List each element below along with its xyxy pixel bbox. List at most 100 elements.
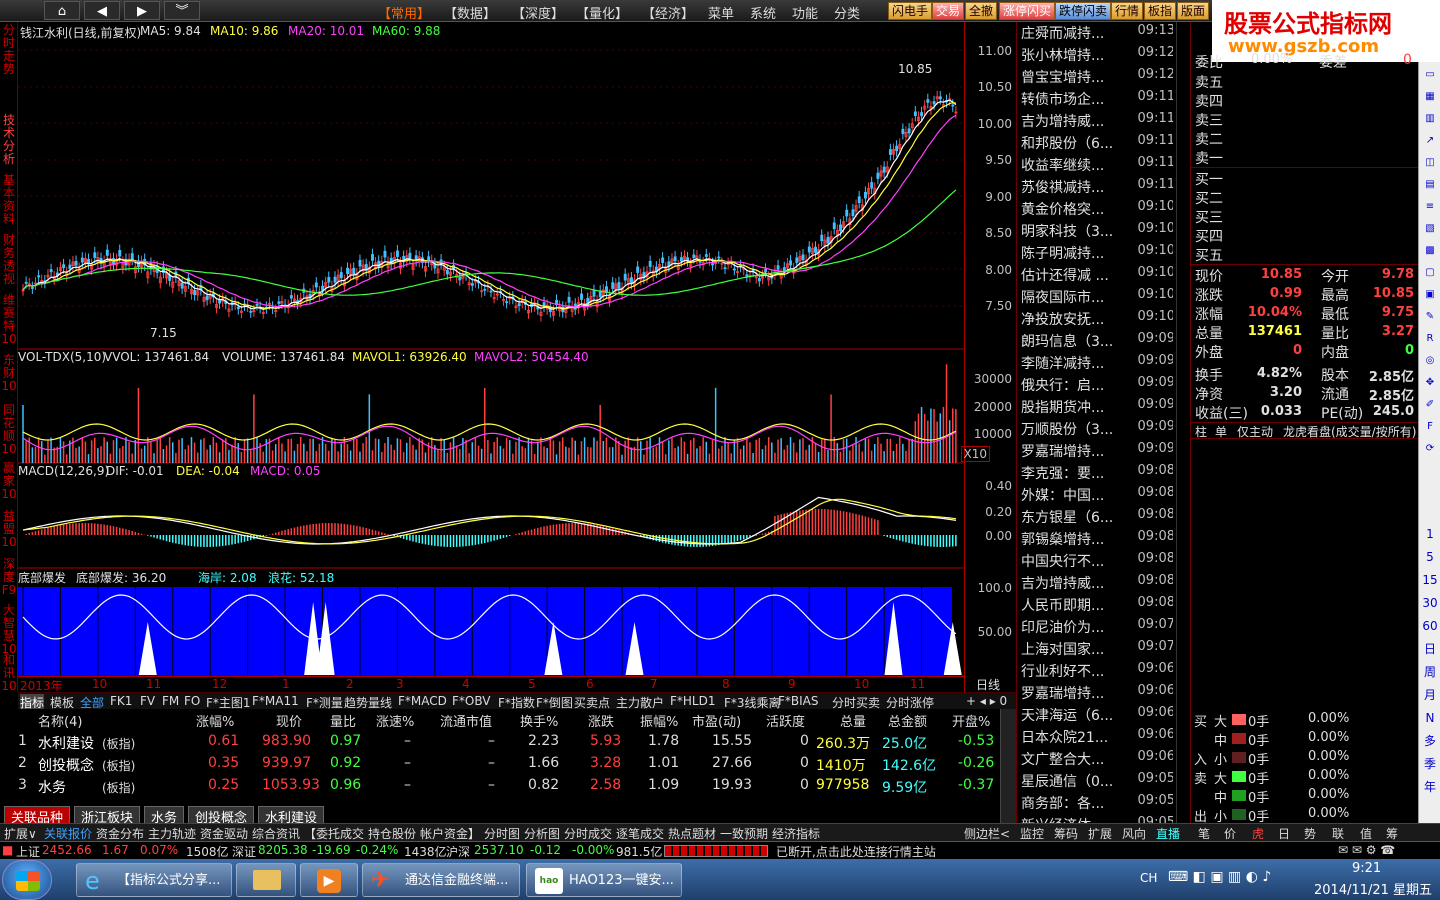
sz-label[interactable]: 深证 — [232, 843, 256, 860]
taskbar-item-player[interactable]: ▶ — [300, 863, 358, 897]
period-button[interactable]: 月 — [1421, 687, 1439, 704]
right-bottom-tab[interactable]: 直播 — [1156, 825, 1180, 842]
col-speed[interactable]: 涨速% — [376, 711, 414, 730]
col-name[interactable]: 名称(4) — [38, 711, 82, 730]
news-item[interactable]: 转债市场企... 09:11 — [1021, 89, 1173, 111]
back-icon[interactable]: ◀ — [84, 1, 120, 20]
bottom-tab[interactable]: 主力轨迹 — [148, 825, 196, 842]
move-icon[interactable]: ✥ — [1421, 374, 1439, 391]
bottom-tab[interactable]: 热点题材 — [668, 825, 716, 842]
indicator-tab[interactable]: F*MACD — [398, 694, 447, 708]
news-item[interactable]: 庄舜而减持... 09:13 — [1021, 23, 1173, 45]
indicator-tab[interactable]: F*OBV — [452, 694, 490, 708]
indicator-tab[interactable]: F*BIAS — [778, 694, 819, 708]
col-turnover[interactable]: 换手% — [520, 711, 558, 730]
table-row[interactable]: 1 水利建设 (板指) 0.61 983.90 0.97 – – 2.23 5.93 1.78 15.… — [0, 731, 1000, 753]
subtab-active[interactable]: 仅主动 — [1237, 423, 1273, 440]
col-activity[interactable]: 活跃度 — [766, 711, 805, 730]
clock-time[interactable]: 9:21 — [1352, 861, 1381, 876]
news-item[interactable]: 上海对国家... 09:07 — [1021, 639, 1173, 661]
limit-down-sell-button[interactable]: 跌停闪卖 — [1055, 2, 1112, 20]
col-open[interactable]: 开盘% — [952, 711, 990, 730]
hs-label[interactable]: 沪深 — [446, 843, 470, 860]
right-bottom-tab[interactable]: 扩展 — [1088, 825, 1112, 842]
bottom-tab[interactable]: 关联报价 — [44, 825, 92, 842]
tab-hexun[interactable]: 和讯10 — [1, 654, 17, 693]
bottom-tab[interactable]: 综合资讯 — [252, 825, 300, 842]
subtab-longhu[interactable]: 龙虎看盘(成交量/按所有) — [1283, 423, 1416, 440]
news-item[interactable]: 印尼油价为... 09:07 — [1021, 617, 1173, 639]
chart-area[interactable]: 钱江水利(日线,前复权) MA5: 9.84 MA10: 9.86 MA20: … — [18, 22, 964, 692]
col-vol-ratio[interactable]: 量比 — [330, 711, 356, 730]
menu-depth[interactable]: 【深度】 — [512, 3, 564, 22]
news-item[interactable]: 星辰通信（0... 09:05 — [1021, 771, 1173, 793]
col-volume[interactable]: 总量 — [840, 711, 866, 730]
news-item[interactable]: 曾宝宝增持... 09:12 — [1021, 67, 1173, 89]
col-amount[interactable]: 总金额 — [888, 711, 927, 730]
tab-wst[interactable]: 维赛特10 — [1, 294, 17, 346]
pencil-icon[interactable]: ✐ — [1421, 396, 1439, 413]
bottom-tab[interactable]: 一致预期 — [720, 825, 768, 842]
bottom-tab[interactable]: 经济指标 — [772, 825, 820, 842]
bottom-tab[interactable]: 持仓股份 — [368, 825, 416, 842]
menu-common[interactable]: 【常用】 — [378, 3, 430, 22]
news-item[interactable]: 净投放安抚... 09:10 — [1021, 309, 1173, 331]
lightning-hand-button[interactable]: 闪电手 — [888, 2, 933, 20]
bottom-tab[interactable]: 分时成交 — [564, 825, 612, 842]
right-bottom-tab[interactable]: 监控 — [1020, 825, 1044, 842]
news-item[interactable]: 和邦股份（6... 09:11 — [1021, 133, 1173, 155]
dot-icon[interactable]: ◎ — [1421, 352, 1439, 369]
news-item[interactable]: 万顺股份（3... 09:09 — [1021, 419, 1173, 441]
bottom-tab[interactable]: 逐笔成交 — [616, 825, 664, 842]
pen-icon[interactable]: ✎ — [1421, 308, 1439, 325]
refresh-icon[interactable]: ⟳ — [1421, 440, 1439, 457]
expand-icon[interactable]: ︾ — [164, 1, 200, 20]
taskbar-item-tdx[interactable]: ✈ 通达信金融终端... — [362, 863, 520, 897]
tab-nav-arrows[interactable]: + ◂ ▸ 0 — [966, 694, 1007, 708]
clock-date[interactable]: 2014/11/21 星期五 — [1314, 879, 1432, 898]
tab-technical[interactable]: 技术分析 — [1, 114, 17, 166]
news-item[interactable]: 商务部：各... 09:05 — [1021, 793, 1173, 815]
period-button[interactable]: 周 — [1421, 664, 1439, 681]
tab-ths[interactable]: 同花顺10 — [1, 404, 17, 456]
candles-icon[interactable]: ▤ — [1421, 176, 1439, 193]
news-scrollbar[interactable] — [1176, 22, 1190, 832]
right-bottom-tab[interactable]: 势 — [1304, 825, 1316, 842]
bottom-tab[interactable]: 分析图 — [524, 825, 560, 842]
news-item[interactable]: 黄金价格突... 09:10 — [1021, 199, 1173, 221]
news-item[interactable]: 朗玛信息（3... 09:09 — [1021, 331, 1173, 353]
menu-system[interactable]: 系统 — [750, 3, 776, 22]
right-bottom-tab[interactable]: 筹 — [1386, 825, 1398, 842]
right-bottom-tab[interactable]: 虎 — [1252, 825, 1264, 842]
menu-data[interactable]: 【数据】 — [444, 3, 496, 22]
table-scrollbar[interactable] — [1000, 709, 1016, 823]
list-icon[interactable]: ≡ — [1421, 198, 1439, 215]
tab-financial[interactable]: 财务透视 — [1, 234, 17, 286]
tab-yimeng[interactable]: 益盟10 — [1, 510, 17, 549]
book-icon[interactable]: ▩ — [1421, 242, 1439, 259]
trade-button[interactable]: 交易 — [932, 2, 965, 20]
col-cap[interactable]: 流通市值 — [440, 711, 492, 730]
bottom-tab[interactable]: 帐户资金】 — [420, 825, 480, 842]
tab-intraday[interactable]: 分时走势 — [1, 24, 17, 76]
right-bottom-tab[interactable]: 日 — [1278, 825, 1290, 842]
col-price[interactable]: 现价 — [276, 711, 302, 730]
news-item[interactable]: 隔夜国际市... 09:10 — [1021, 287, 1173, 309]
news-item[interactable]: 人民币即期... 09:08 — [1021, 595, 1173, 617]
period-label[interactable]: 日线 — [976, 676, 1000, 693]
table-icon[interactable]: ▣ — [1421, 286, 1439, 303]
news-item[interactable]: 明家科技（3... 09:10 — [1021, 221, 1173, 243]
taskbar-item-hao123[interactable]: hao HAO123一键安... — [526, 863, 682, 897]
bottom-tab[interactable]: 分时图 — [484, 825, 520, 842]
period-button[interactable]: 1 — [1421, 526, 1439, 543]
news-item[interactable]: 日本众院21... 09:06 — [1021, 727, 1173, 749]
menu-economy[interactable]: 【经济】 — [642, 3, 694, 22]
tab-fundamentals[interactable]: 基本资料 — [1, 174, 17, 226]
connection-message[interactable]: 已断开,点击此处连接行情主站 — [776, 843, 936, 860]
indicator-tab[interactable]: FO — [184, 694, 200, 708]
news-item[interactable]: 天津海运（6... 09:06 — [1021, 705, 1173, 727]
tab-depth-f9[interactable]: 深度F9 — [1, 558, 17, 597]
indicator-tab[interactable]: F*MA11 — [252, 694, 299, 708]
period-button[interactable]: 30 — [1421, 595, 1439, 612]
tab-eastmoney[interactable]: 东财10 — [1, 354, 17, 393]
